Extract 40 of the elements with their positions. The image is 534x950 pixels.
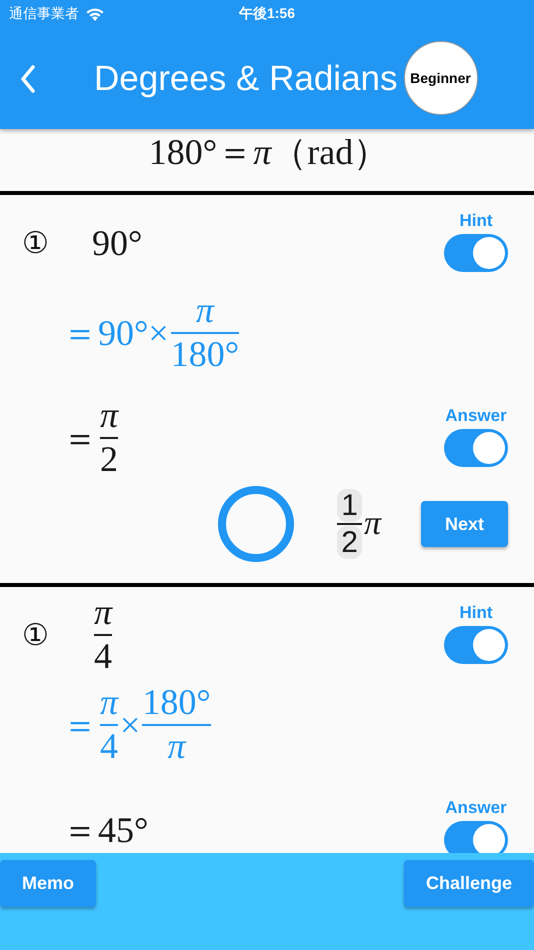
numerator: π <box>94 593 112 633</box>
challenge-button[interactable]: Challenge <box>404 860 534 907</box>
step-text: × <box>120 704 140 746</box>
numerator: π <box>100 683 118 723</box>
hint-switch[interactable] <box>444 626 508 664</box>
formula-text: 180°＝π（rad） <box>148 130 390 174</box>
problem-number: ① <box>22 618 50 653</box>
answer-switch[interactable] <box>444 820 508 853</box>
answer-suffix: π <box>364 505 381 543</box>
denominator: 2 <box>100 440 118 480</box>
answer-label: Answer <box>445 798 507 818</box>
clock-time: 午後1:56 <box>238 5 296 23</box>
answer-label: Answer <box>445 406 507 426</box>
step-text: ＝45° <box>62 808 148 852</box>
hint-label: Hint <box>459 602 493 622</box>
numerator: π <box>100 396 118 436</box>
answer-denominator: 2 <box>337 526 362 559</box>
denominator: 180° <box>170 335 240 375</box>
step-text: ＝ <box>62 416 98 460</box>
answer-numerator: 1 <box>337 489 362 522</box>
answer-switch[interactable] <box>444 428 508 466</box>
correct-circle-icon <box>217 485 296 563</box>
numerator: π <box>196 291 214 331</box>
denominator: 4 <box>94 637 112 677</box>
carrier-text: 通信事業者 <box>9 5 79 23</box>
step-text: ＝90°× <box>62 312 169 354</box>
memo-button[interactable]: Memo <box>0 860 96 907</box>
screen-title: Degrees & Radians <box>94 58 398 98</box>
step-text: ＝ <box>62 704 98 746</box>
wifi-icon <box>85 6 105 22</box>
next-button[interactable]: Next <box>420 501 508 547</box>
hint-label: Hint <box>459 210 493 230</box>
numerator: 180° <box>142 683 211 723</box>
question-text: 90° <box>92 222 142 264</box>
back-icon[interactable] <box>20 64 36 92</box>
denominator: 4 <box>100 727 118 767</box>
hint-switch[interactable] <box>444 234 508 272</box>
problem-number: ① <box>22 226 50 261</box>
level-badge[interactable]: Beginner <box>404 40 478 114</box>
denominator: π <box>168 727 186 767</box>
